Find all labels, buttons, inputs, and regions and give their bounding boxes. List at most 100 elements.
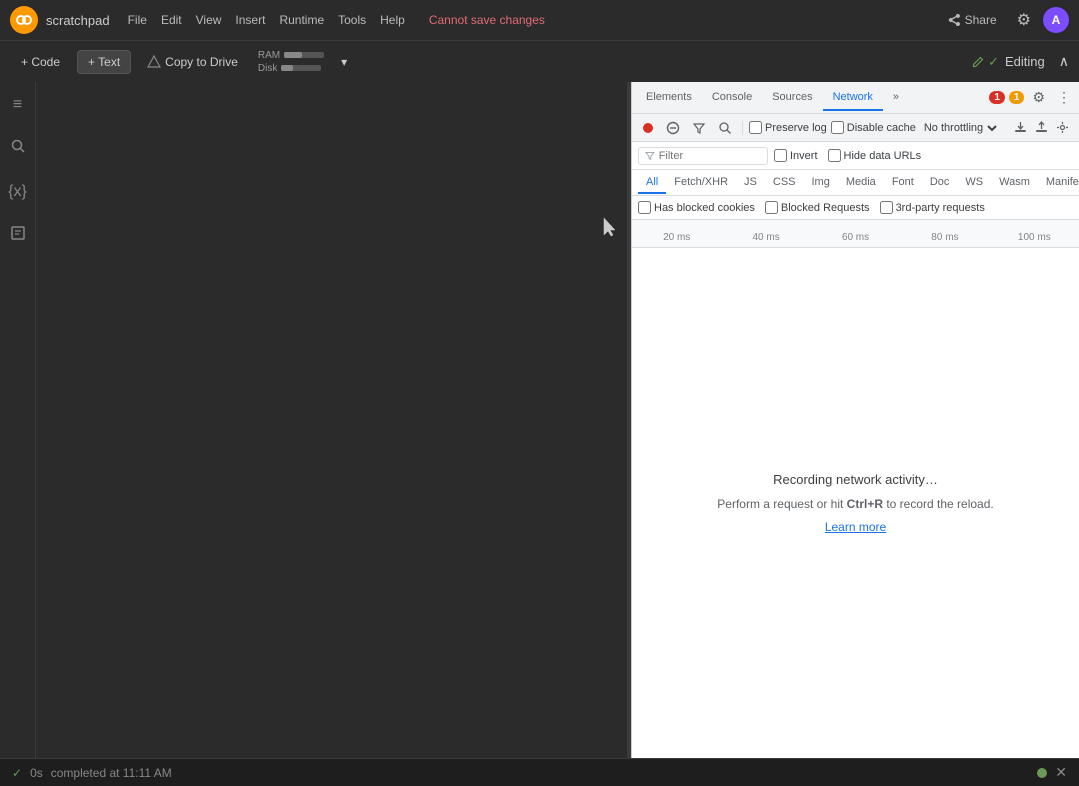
share-icon xyxy=(947,13,961,27)
filter-input-wrap[interactable] xyxy=(638,147,768,165)
tick-100: 100 ms xyxy=(990,232,1079,243)
status-dot xyxy=(1037,768,1047,778)
third-party-requests-label[interactable]: 3rd-party requests xyxy=(880,201,985,214)
tab-more[interactable]: » xyxy=(883,85,909,111)
preserve-log-label[interactable]: Preserve log xyxy=(749,121,827,134)
hide-data-urls-label[interactable]: Hide data URLs xyxy=(828,149,922,162)
blocked-requests-checkbox[interactable] xyxy=(765,201,778,214)
timeline-ms: 20 ms 40 ms 60 ms 80 ms 100 ms xyxy=(632,232,1079,243)
has-blocked-cookies-label[interactable]: Has blocked cookies xyxy=(638,201,755,214)
filter-input[interactable] xyxy=(659,150,761,162)
type-tab-doc[interactable]: Doc xyxy=(922,172,958,194)
devtools-settings-button[interactable]: ⚙ xyxy=(1028,85,1049,110)
settings-button-net[interactable] xyxy=(1052,119,1073,136)
filter-button[interactable] xyxy=(688,119,710,137)
status-time: 0s xyxy=(30,766,43,780)
preserve-log-checkbox[interactable] xyxy=(749,121,762,134)
menu-runtime[interactable]: Runtime xyxy=(273,11,330,29)
editing-label: Editing xyxy=(1005,54,1045,69)
menu-insert[interactable]: Insert xyxy=(229,11,271,29)
type-tab-wasm[interactable]: Wasm xyxy=(991,172,1038,194)
learn-more-link[interactable]: Learn more xyxy=(825,520,886,534)
tab-console[interactable]: Console xyxy=(702,85,762,111)
tick-40: 40 ms xyxy=(721,232,810,243)
third-party-requests-checkbox[interactable] xyxy=(880,201,893,214)
status-right: ✕ xyxy=(1037,764,1067,781)
tick-80: 80 ms xyxy=(900,232,989,243)
menu-file[interactable]: File xyxy=(122,11,153,29)
import-button[interactable] xyxy=(1010,119,1031,136)
status-text: completed at 11:11 AM xyxy=(51,766,172,780)
status-close-button[interactable]: ✕ xyxy=(1055,764,1067,781)
record-button[interactable] xyxy=(638,120,658,136)
tick-60: 60 ms xyxy=(811,232,900,243)
type-tab-img[interactable]: Img xyxy=(804,172,838,194)
devtools-topbar-right: 1 1 ⚙ ⋮ xyxy=(989,85,1075,110)
throttle-select[interactable]: No throttling Fast 3G Slow 3G Offline xyxy=(920,121,1000,135)
error-badge: 1 xyxy=(989,91,1005,104)
timeline-header: 20 ms 40 ms 60 ms 80 ms 100 ms xyxy=(632,220,1079,248)
disable-cache-label[interactable]: Disable cache xyxy=(831,121,916,134)
cannot-save-link[interactable]: Cannot save changes xyxy=(429,13,545,27)
copy-to-drive-button[interactable]: Copy to Drive xyxy=(137,51,248,73)
search-button[interactable] xyxy=(714,119,736,137)
type-tab-fetch[interactable]: Fetch/XHR xyxy=(666,172,736,194)
tab-network[interactable]: Network xyxy=(823,85,883,111)
has-blocked-cookies-checkbox[interactable] xyxy=(638,201,651,214)
sidebar-icon-variables[interactable]: {x} xyxy=(4,179,31,205)
type-tab-js[interactable]: JS xyxy=(736,172,765,194)
disable-cache-checkbox[interactable] xyxy=(831,121,844,134)
editor-area[interactable] xyxy=(36,82,627,758)
disk-label: Disk xyxy=(258,63,277,74)
ram-label: RAM xyxy=(258,50,280,61)
export-button[interactable] xyxy=(1031,119,1052,136)
type-tab-media[interactable]: Media xyxy=(838,172,884,194)
tab-sources[interactable]: Sources xyxy=(762,85,822,111)
invert-checkbox[interactable] xyxy=(774,149,787,162)
type-tab-manifest[interactable]: Manifest xyxy=(1038,172,1079,194)
add-code-button[interactable]: + Code xyxy=(10,50,71,74)
toolbar-right: ✓ Editing ∧ xyxy=(964,50,1069,74)
tab-elements[interactable]: Elements xyxy=(636,85,702,111)
share-button[interactable]: Share xyxy=(939,9,1005,31)
type-filter-bar: All Fetch/XHR JS CSS Img Media Font Doc … xyxy=(632,170,1079,196)
main-layout: ≡ {x} Elements Console Sources Network » xyxy=(0,82,1079,758)
filter-bar: Invert Hide data URLs xyxy=(632,142,1079,170)
app-logo xyxy=(10,6,38,34)
separator1 xyxy=(742,121,743,135)
type-tab-css[interactable]: CSS xyxy=(765,172,804,194)
invert-label[interactable]: Invert xyxy=(774,149,818,162)
edit-icon xyxy=(972,56,984,68)
devtools-panel: Elements Console Sources Network » 1 1 ⚙… xyxy=(631,82,1079,758)
status-bar: ✓ 0s completed at 11:11 AM ✕ xyxy=(0,758,1079,786)
type-tab-all[interactable]: All xyxy=(638,172,666,194)
devtools-topbar: Elements Console Sources Network » 1 1 ⚙… xyxy=(632,82,1079,114)
hide-data-urls-checkbox[interactable] xyxy=(828,149,841,162)
left-sidebar: ≡ {x} xyxy=(0,82,36,758)
menu-edit[interactable]: Edit xyxy=(155,11,188,29)
toolbar: + Code + Text Copy to Drive RAM Disk ▾ ✓… xyxy=(0,40,1079,82)
settings-button[interactable]: ⚙ xyxy=(1013,6,1035,34)
recording-subtitle: Perform a request or hit Ctrl+R to recor… xyxy=(717,495,993,514)
resource-monitor: RAM Disk xyxy=(258,50,324,74)
sidebar-icon-search[interactable] xyxy=(6,134,30,163)
menu-view[interactable]: View xyxy=(190,11,228,29)
type-tab-ws[interactable]: WS xyxy=(957,172,991,194)
sidebar-icon-files[interactable] xyxy=(6,221,30,250)
clear-button[interactable] xyxy=(662,119,684,137)
tick-20: 20 ms xyxy=(632,232,721,243)
menu-help[interactable]: Help xyxy=(374,11,411,29)
devtools-more-button[interactable]: ⋮ xyxy=(1053,85,1075,110)
add-text-button[interactable]: + Text xyxy=(77,50,131,74)
warn-badge: 1 xyxy=(1009,91,1025,104)
expand-button[interactable]: ∧ xyxy=(1059,53,1069,70)
network-empty-state: Recording network activity… Perform a re… xyxy=(632,248,1079,758)
resource-expand-button[interactable]: ▾ xyxy=(330,50,358,74)
type-tab-font[interactable]: Font xyxy=(884,172,922,194)
menu-tools[interactable]: Tools xyxy=(332,11,372,29)
drive-icon xyxy=(147,55,161,69)
sidebar-icon-menu[interactable]: ≡ xyxy=(9,92,26,118)
status-checkmark: ✓ xyxy=(12,766,22,780)
blocked-requests-label[interactable]: Blocked Requests xyxy=(765,201,870,214)
editing-button[interactable]: ✓ Editing xyxy=(964,50,1053,74)
